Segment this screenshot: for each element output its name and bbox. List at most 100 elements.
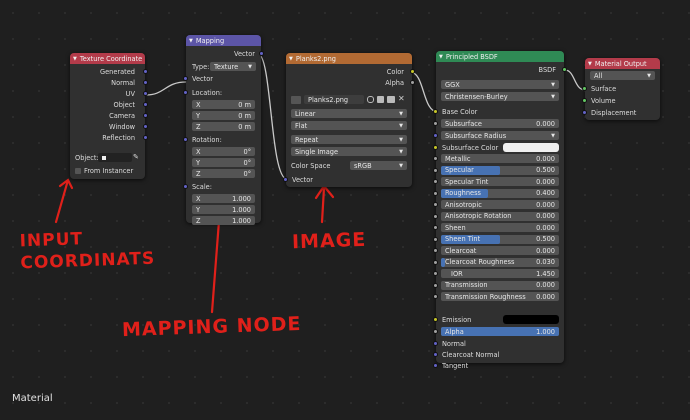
projection-dropdown[interactable]: Flat ▼ xyxy=(291,121,407,130)
location-x-field[interactable]: X0 m xyxy=(192,100,255,109)
socket-normal[interactable] xyxy=(433,341,438,346)
socket-subsurface[interactable] xyxy=(433,121,438,126)
socket-param[interactable] xyxy=(433,259,438,265)
socket-clearcoat-normal[interactable] xyxy=(433,352,438,357)
socket-alpha[interactable] xyxy=(410,80,415,85)
socket-tangent[interactable] xyxy=(433,363,438,368)
socket-param[interactable] xyxy=(433,167,438,173)
texture-coordinate-node[interactable]: ▼ Texture Coordinate Generated Normal UV… xyxy=(70,53,148,179)
param-slider[interactable]: Transmission 0.000 xyxy=(441,280,559,290)
folder-icon[interactable] xyxy=(387,96,395,103)
source-dropdown[interactable]: Single Image ▼ xyxy=(291,147,407,156)
socket-param[interactable] xyxy=(433,156,438,161)
texture-coordinate-header[interactable]: ▼ Texture Coordinate xyxy=(70,53,145,64)
socket-param[interactable] xyxy=(433,213,438,219)
eyedropper-icon[interactable]: ✎ xyxy=(133,153,139,161)
param-slider[interactable]: Metallic 0.000 xyxy=(441,154,559,163)
location-z-field[interactable]: Z0 m xyxy=(192,122,255,131)
extension-dropdown[interactable]: Repeat ▼ xyxy=(291,135,407,144)
socket-reflection[interactable] xyxy=(143,135,148,140)
emission-color-swatch[interactable] xyxy=(503,315,559,324)
socket-emission[interactable] xyxy=(433,317,438,322)
param-slider[interactable]: Sheen Tint 0.500 xyxy=(441,234,559,244)
socket-window[interactable] xyxy=(143,124,148,129)
socket-uv[interactable] xyxy=(143,91,148,96)
socket-param[interactable] xyxy=(433,282,438,288)
collapse-arrow-icon[interactable]: ▼ xyxy=(588,61,592,67)
type-dropdown[interactable]: Texture ▼ xyxy=(210,62,256,71)
param-slider[interactable]: Transmission Roughness 0.000 xyxy=(441,292,559,301)
subsurface-radius-dropdown[interactable]: Subsurface Radius ▼ xyxy=(441,131,559,140)
param-slider[interactable]: Anisotropic 0.000 xyxy=(441,200,559,209)
socket-param[interactable] xyxy=(433,225,438,230)
shield-icon[interactable] xyxy=(367,96,374,103)
socket-param[interactable] xyxy=(433,190,438,196)
collapse-arrow-icon[interactable]: ▼ xyxy=(289,56,293,62)
scale-x-field[interactable]: X 1.000 xyxy=(192,194,255,203)
param-slider[interactable]: Anisotropic Rotation 0.000 xyxy=(441,211,559,221)
image-texture-node[interactable]: ▼ Planks2.png Color Alpha Planks2.png ✕ … xyxy=(283,53,415,187)
colorspace-dropdown[interactable]: sRGB ▼ xyxy=(350,161,407,170)
collapse-arrow-icon[interactable]: ▼ xyxy=(73,56,77,62)
socket-rotation[interactable] xyxy=(183,137,188,142)
socket-normal[interactable] xyxy=(143,80,148,85)
image-browse-icon[interactable] xyxy=(291,95,301,104)
socket-volume[interactable] xyxy=(582,98,587,103)
socket-param[interactable] xyxy=(433,294,438,299)
socket-object[interactable] xyxy=(143,102,148,107)
socket-param[interactable] xyxy=(433,236,438,242)
socket-generated[interactable] xyxy=(143,69,148,74)
subsurface-method-dropdown[interactable]: Christensen-Burley ▼ xyxy=(441,92,559,101)
socket-color[interactable] xyxy=(410,69,415,74)
scale-z-field[interactable]: Z 1.000 xyxy=(192,216,255,225)
from-instancer-checkbox[interactable] xyxy=(75,167,81,174)
socket-param[interactable] xyxy=(433,248,438,253)
socket-camera[interactable] xyxy=(143,113,148,118)
principled-bsdf-node[interactable]: ▼ Principled BSDF BSDF GGX ▼ Christensen-… xyxy=(433,51,567,370)
param-slider[interactable]: Clearcoat 0.000 xyxy=(441,246,559,255)
duplicate-icon[interactable] xyxy=(377,96,384,103)
rotation-x-field[interactable]: X 0° xyxy=(192,147,255,156)
socket-location[interactable] xyxy=(183,90,188,95)
mapping-node[interactable]: ▼ Mapping Vector Type: Texture ▼ Vector L… xyxy=(183,35,264,225)
param-slider[interactable]: Roughness 0.400 xyxy=(441,188,559,198)
socket-bsdf[interactable] xyxy=(562,67,567,72)
socket-alpha[interactable] xyxy=(433,329,438,334)
param-slider[interactable]: IOR 1.450 xyxy=(441,269,559,278)
rotation-z-field[interactable]: Z 0° xyxy=(192,169,255,178)
image-texture-header[interactable]: ▼ Planks2.png xyxy=(286,53,412,64)
target-dropdown[interactable]: All ▼ xyxy=(590,71,655,80)
subsurface-color-swatch[interactable] xyxy=(503,143,559,152)
socket-param[interactable] xyxy=(433,179,438,184)
socket-vector-in[interactable] xyxy=(283,177,288,182)
material-output-header[interactable]: ▼ Material Output xyxy=(585,58,660,69)
interpolation-dropdown[interactable]: Linear ▼ xyxy=(291,109,407,118)
mapping-header[interactable]: ▼ Mapping xyxy=(186,35,261,46)
principled-bsdf-header[interactable]: ▼ Principled BSDF xyxy=(436,51,564,62)
socket-vector-out[interactable] xyxy=(259,51,264,56)
socket-scale[interactable] xyxy=(183,184,188,189)
close-icon[interactable]: ✕ xyxy=(398,94,405,103)
socket-param[interactable] xyxy=(433,271,438,276)
param-slider[interactable]: Specular Tint 0.000 xyxy=(441,177,559,186)
object-field[interactable] xyxy=(98,153,132,162)
socket-surface[interactable] xyxy=(582,86,587,91)
socket-param[interactable] xyxy=(433,202,438,207)
socket-vector-in[interactable] xyxy=(183,76,188,81)
param-slider[interactable]: Specular 0.500 xyxy=(441,165,559,175)
collapse-arrow-icon[interactable]: ▼ xyxy=(439,54,443,60)
material-output-node[interactable]: ▼ Material Output All ▼ Surface Volume Di… xyxy=(582,58,660,120)
socket-displacement[interactable] xyxy=(582,110,587,115)
socket-base-color[interactable] xyxy=(433,109,438,114)
collapse-arrow-icon[interactable]: ▼ xyxy=(189,38,193,44)
distribution-dropdown[interactable]: GGX ▼ xyxy=(441,80,559,89)
subsurface-field[interactable]: Subsurface 0.000 xyxy=(441,119,559,128)
rotation-y-field[interactable]: Y 0° xyxy=(192,158,255,167)
socket-subsurface-color[interactable] xyxy=(433,145,438,150)
param-slider[interactable]: Sheen 0.000 xyxy=(441,223,559,232)
param-slider[interactable]: Clearcoat Roughness 0.030 xyxy=(441,257,559,267)
scale-y-field[interactable]: Y 1.000 xyxy=(192,205,255,214)
location-y-field[interactable]: Y0 m xyxy=(192,111,255,120)
image-name-field[interactable]: Planks2.png xyxy=(304,95,364,104)
socket-subsurface-radius[interactable] xyxy=(433,133,438,138)
